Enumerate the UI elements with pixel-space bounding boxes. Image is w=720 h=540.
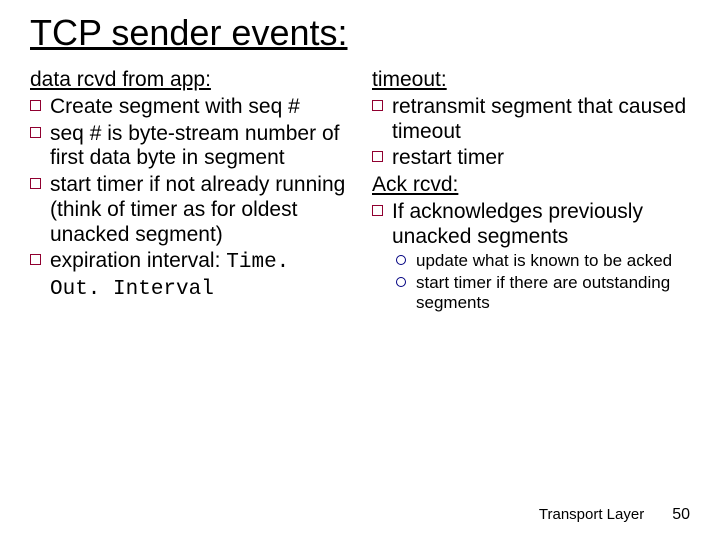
bullet-text: Create segment with seq # xyxy=(50,95,348,120)
slide: TCP sender events: data rcvd from app: C… xyxy=(0,0,720,540)
box-bullet-icon xyxy=(30,122,50,138)
list-item: seq # is byte-stream number of first dat… xyxy=(30,122,348,172)
bullet-text: If acknowledges previously unacked segme… xyxy=(392,200,690,250)
circle-bullet-icon xyxy=(396,273,416,287)
list-item: Create segment with seq # xyxy=(30,95,348,120)
list-item: update what is known to be acked xyxy=(396,251,690,271)
content-columns: data rcvd from app: Create segment with … xyxy=(30,68,690,316)
box-bullet-icon xyxy=(372,146,392,162)
slide-title: TCP sender events: xyxy=(30,12,690,54)
list-item: start timer if there are outstanding seg… xyxy=(396,273,690,313)
footer: Transport Layer 50 xyxy=(539,506,690,524)
bullet-text: update what is known to be acked xyxy=(416,251,690,271)
bullet-text: seq # is byte-stream number of first dat… xyxy=(50,122,348,172)
right-column: timeout: retransmit segment that caused … xyxy=(372,68,690,316)
box-bullet-icon xyxy=(30,95,50,111)
circle-bullet-icon xyxy=(396,251,416,265)
list-item: If acknowledges previously unacked segme… xyxy=(372,200,690,250)
left-heading: data rcvd from app: xyxy=(30,68,348,93)
footer-label: Transport Layer xyxy=(539,506,644,523)
bullet-text: expiration interval: Time. Out. Interval xyxy=(50,249,348,303)
box-bullet-icon xyxy=(372,200,392,216)
list-item: expiration interval: Time. Out. Interval xyxy=(30,249,348,303)
box-bullet-icon xyxy=(30,249,50,265)
bullet-text: retransmit segment that caused timeout xyxy=(392,95,690,145)
box-bullet-icon xyxy=(30,173,50,189)
left-column: data rcvd from app: Create segment with … xyxy=(30,68,348,316)
right-heading-timeout: timeout: xyxy=(372,68,690,93)
bullet-label: expiration interval: xyxy=(50,249,220,272)
bullet-text: start timer if there are outstanding seg… xyxy=(416,273,690,313)
sub-list: update what is known to be acked start t… xyxy=(396,251,690,313)
right-heading-ack: Ack rcvd: xyxy=(372,173,690,198)
box-bullet-icon xyxy=(372,95,392,111)
list-item: restart timer xyxy=(372,146,690,171)
list-item: start timer if not already running (thin… xyxy=(30,173,348,247)
list-item: retransmit segment that caused timeout xyxy=(372,95,690,145)
bullet-text: restart timer xyxy=(392,146,690,171)
bullet-text: start timer if not already running (thin… xyxy=(50,173,348,247)
page-number: 50 xyxy=(672,506,690,524)
